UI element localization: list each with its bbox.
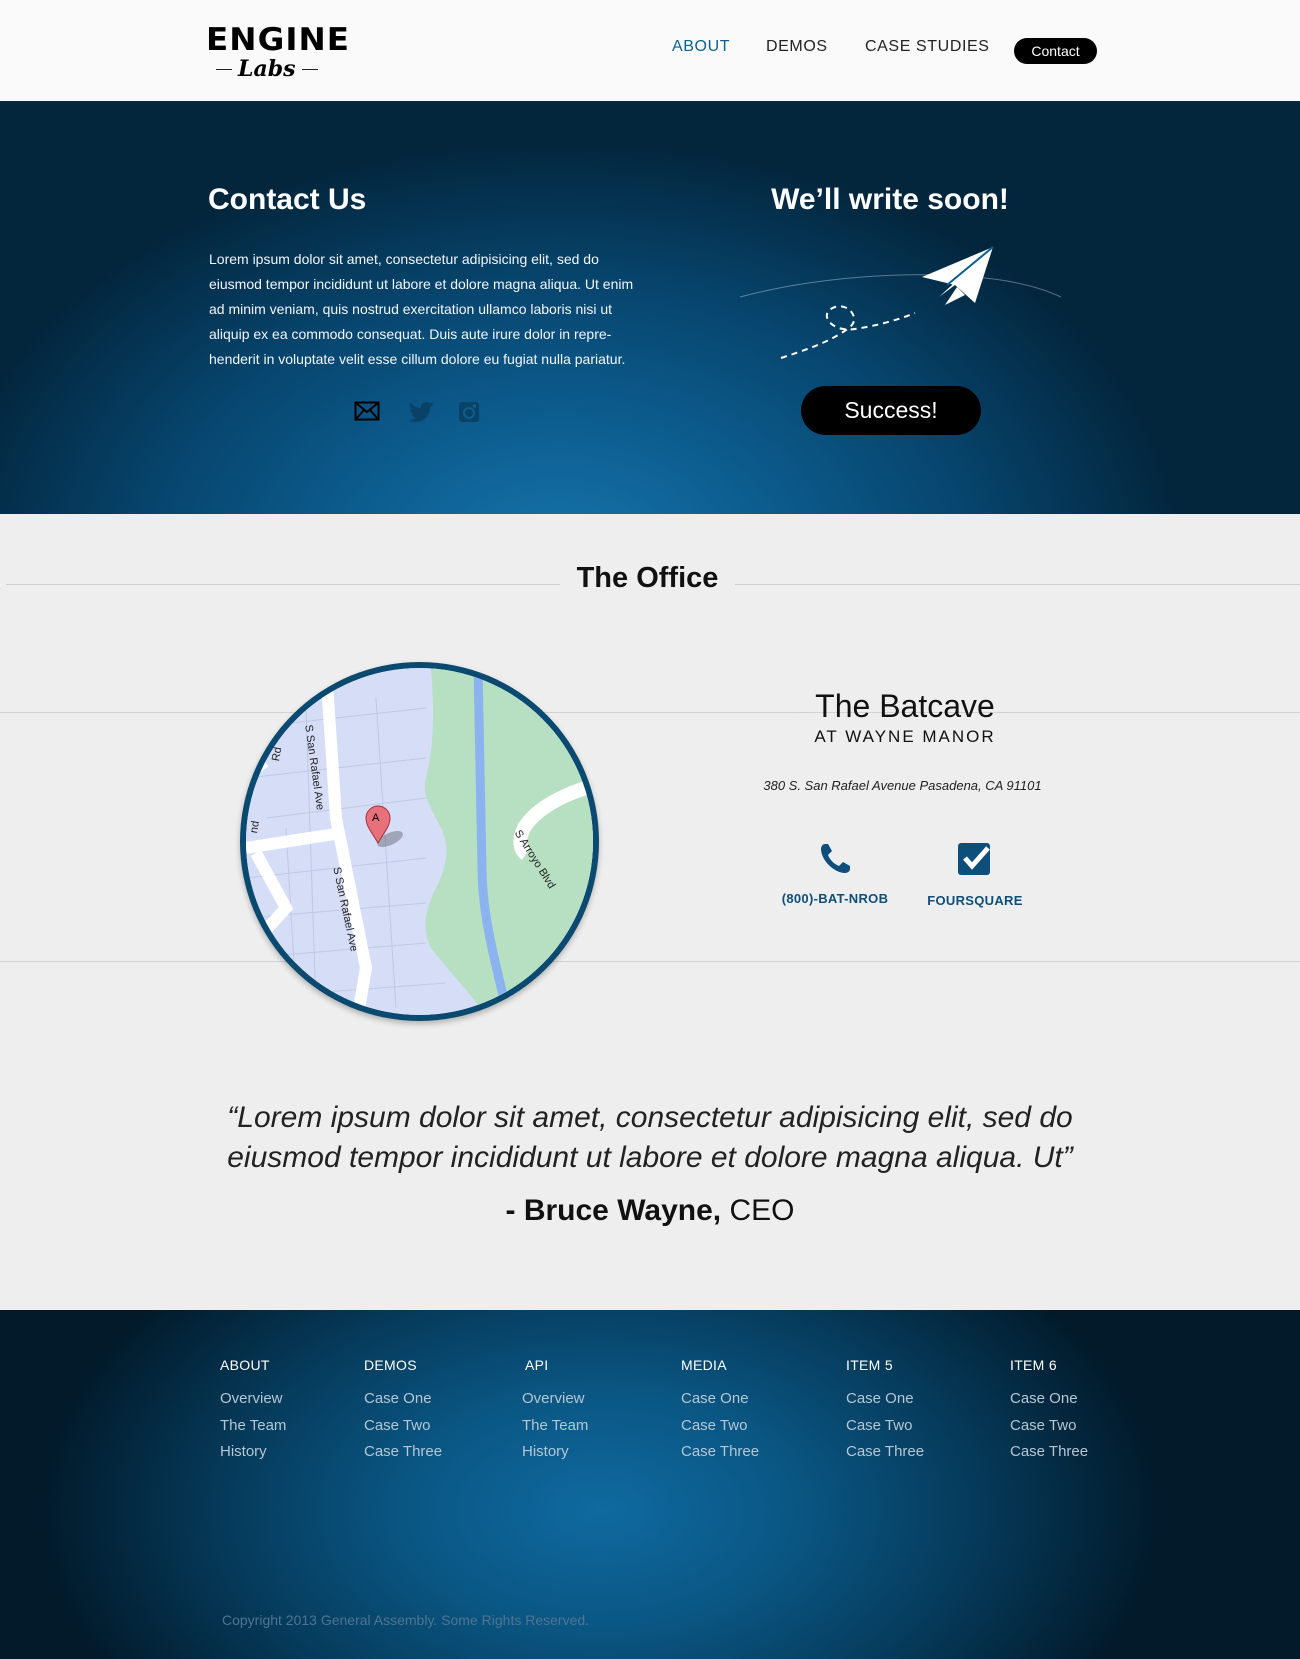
logo-script: Labs: [238, 56, 296, 82]
engine-labs-logo[interactable]: ENGINE Labs: [206, 22, 349, 84]
site-header: ENGINE Labs ABOUT DEMOS CASE STUDIES Con…: [0, 0, 1300, 101]
contact-hero: Contact Us Lorem ipsum dolor sit amet, c…: [0, 101, 1300, 514]
footer-link[interactable]: Overview: [522, 1386, 588, 1413]
foursquare-label: FOURSQUARE: [927, 893, 1023, 908]
testimonial-quote: “Lorem ipsum dolor sit amet, consectetur…: [227, 1101, 1073, 1174]
site-footer: ABOUT Overview The Team History DEMOS Ca…: [0, 1310, 1300, 1659]
band-rule-bottom: [0, 961, 1300, 962]
footer-link[interactable]: History: [522, 1439, 588, 1466]
footer-heading[interactable]: MEDIA: [681, 1357, 759, 1373]
footer-link[interactable]: Overview: [220, 1386, 286, 1413]
write-soon-title: We’ll write soon!: [771, 183, 1009, 216]
footer-heading[interactable]: ITEM 5: [846, 1357, 924, 1373]
mail-icon[interactable]: [354, 401, 380, 426]
footer-column-item6: ITEM 6 Case One Case Two Case Three: [1010, 1357, 1088, 1466]
success-button[interactable]: Success!: [801, 386, 981, 435]
testimonial-role: CEO: [729, 1194, 795, 1227]
hero-title: Contact Us: [208, 183, 367, 216]
nav-case-studies[interactable]: CASE STUDIES: [865, 38, 990, 56]
footer-link[interactable]: The Team: [522, 1413, 588, 1440]
nav-demos[interactable]: DEMOS: [766, 38, 828, 56]
footer-link[interactable]: Case One: [681, 1386, 759, 1413]
phone-icon: [821, 844, 850, 873]
office-title: The Office: [576, 562, 719, 594]
map-marker-label: A: [372, 812, 380, 824]
map-canvas[interactable]: A S San Rafael Ave S San Rafael Ave S Ar…: [246, 668, 593, 1015]
logo-subline: Labs: [216, 56, 318, 82]
footer-link[interactable]: Case Two: [846, 1413, 924, 1440]
office-name: The Batcave: [815, 688, 995, 724]
footer-link[interactable]: Case Three: [681, 1439, 759, 1466]
nav-about[interactable]: ABOUT: [672, 38, 730, 56]
band-rule-top: [0, 712, 1300, 713]
footer-column-demos: DEMOS Case One Case Two Case Three: [364, 1357, 442, 1466]
footer-link[interactable]: Case One: [364, 1386, 442, 1413]
testimonial-author: - Bruce Wayne,: [505, 1194, 722, 1227]
footer-link[interactable]: Case Two: [1010, 1413, 1088, 1440]
hero-body: Lorem ipsum dolor sit amet, consectetur …: [209, 251, 634, 367]
footer-column-api: API Overview The Team History: [522, 1357, 588, 1466]
footer-link[interactable]: Case Two: [681, 1413, 759, 1440]
office-address: 380 S. San Rafael Avenue Pasadena, CA 91…: [763, 778, 1042, 793]
footer-link[interactable]: Case Three: [364, 1439, 442, 1466]
office-subtitle: AT WAYNE MANOR: [814, 727, 996, 746]
office-section-title: The Office: [0, 560, 1300, 600]
instagram-icon[interactable]: [458, 401, 480, 428]
map-street-label: nd: [248, 819, 262, 835]
phone-link[interactable]: (800)-BAT-NROB: [780, 842, 890, 906]
foursquare-icon: [958, 843, 990, 875]
footer-link[interactable]: Case Three: [846, 1439, 924, 1466]
copyright-text: Copyright 2013 General Assembly. Some Ri…: [222, 1612, 590, 1628]
testimonial-attribution: - Bruce Wayne, CEO: [200, 1194, 1100, 1228]
paper-plane-icon: [739, 246, 1062, 359]
footer-heading[interactable]: API: [522, 1357, 588, 1373]
logo-dash: [301, 68, 318, 70]
map-street-label: Rd: [270, 746, 285, 763]
footer-heading[interactable]: ABOUT: [220, 1357, 286, 1373]
footer-link[interactable]: The Team: [220, 1413, 286, 1440]
footer-heading[interactable]: ITEM 6: [1010, 1357, 1088, 1373]
footer-heading[interactable]: DEMOS: [364, 1357, 442, 1373]
footer-link[interactable]: Case One: [1010, 1386, 1088, 1413]
contact-button[interactable]: Contact: [1014, 38, 1097, 64]
twitter-icon[interactable]: [407, 401, 435, 428]
foursquare-link[interactable]: FOURSQUARE: [925, 842, 1025, 908]
footer-column-item5: ITEM 5 Case One Case Two Case Three: [846, 1357, 924, 1466]
footer-link[interactable]: History: [220, 1439, 286, 1466]
footer-link[interactable]: Case Two: [364, 1413, 442, 1440]
logo-wordmark: ENGINE: [206, 22, 351, 58]
footer-column-about: ABOUT Overview The Team History: [220, 1357, 286, 1466]
footer-link[interactable]: Case Three: [1010, 1439, 1088, 1466]
phone-label: (800)-BAT-NROB: [781, 891, 889, 906]
office-map[interactable]: A S San Rafael Ave S San Rafael Ave S Ar…: [240, 662, 599, 1021]
footer-column-media: MEDIA Case One Case Two Case Three: [681, 1357, 759, 1466]
footer-link[interactable]: Case One: [846, 1386, 924, 1413]
logo-dash: [216, 68, 232, 70]
